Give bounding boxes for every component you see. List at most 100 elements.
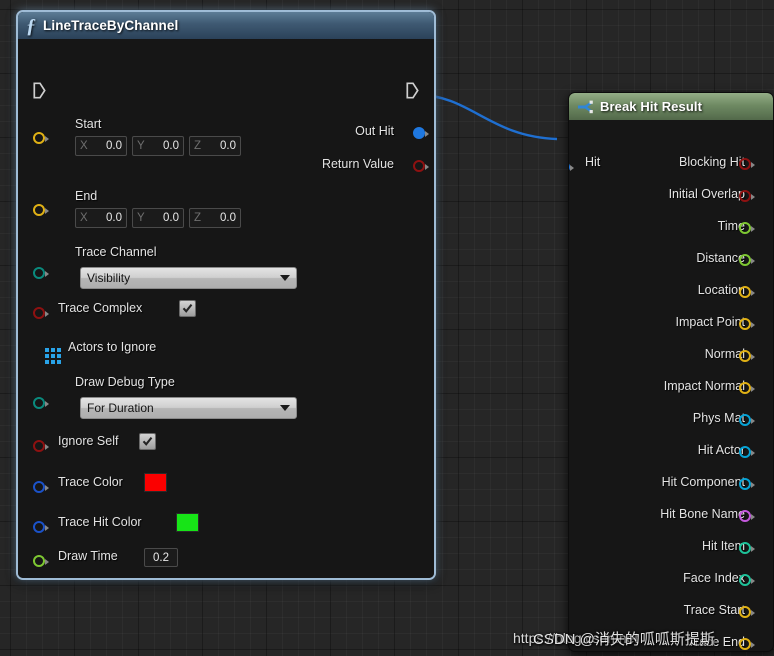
label-hit-bone-name: Hit Bone Name [660, 507, 745, 521]
start-x-field[interactable]: X 0.0 [75, 136, 127, 156]
pin-face-index[interactable] [739, 574, 755, 586]
end-z-value: 0.0 [220, 212, 236, 224]
axis-label-z: Z [194, 140, 202, 152]
array-pin-actors-to-ignore[interactable] [45, 348, 61, 364]
node-body-break-hit-result: Hit Blocking Hit Initial Overlap Time Di… [569, 120, 773, 651]
label-out-hit: Out Hit [355, 124, 394, 138]
checkmark-icon [142, 436, 153, 446]
pin-trace-color[interactable] [33, 481, 49, 493]
end-y-field[interactable]: Y 0.0 [132, 208, 184, 228]
node-header-line-trace[interactable]: ƒ LineTraceByChannel [18, 12, 434, 39]
label-distance: Distance [696, 251, 745, 265]
label-ignore-self: Ignore Self [58, 434, 119, 448]
pin-out-hit[interactable] [413, 127, 429, 139]
pin-distance[interactable] [739, 254, 755, 266]
trace-hit-color-swatch[interactable] [176, 513, 199, 532]
node-title-break-hit-result: Break Hit Result [600, 99, 703, 114]
end-z-field[interactable]: Z 0.0 [189, 208, 241, 228]
pin-trace-hit-color[interactable] [33, 521, 49, 533]
label-draw-debug-type: Draw Debug Type [75, 375, 175, 389]
draw-debug-type-dropdown[interactable]: For Duration [80, 397, 297, 419]
label-return-value: Return Value [321, 157, 394, 171]
pin-hit[interactable] [569, 161, 574, 173]
pin-initial-overlap[interactable] [739, 190, 755, 202]
start-y-value: 0.0 [163, 140, 179, 152]
label-trace-complex: Trace Complex [58, 301, 143, 315]
label-trace-channel: Trace Channel [75, 245, 157, 259]
checkmark-icon [182, 303, 193, 313]
pin-trace-start[interactable] [739, 606, 755, 618]
end-y-value: 0.0 [163, 212, 179, 224]
pin-hit-bone-name[interactable] [739, 510, 755, 522]
pin-phys-mat[interactable] [739, 414, 755, 426]
node-header-break-hit-result[interactable]: Break Hit Result [569, 93, 773, 120]
pin-trace-end[interactable] [739, 638, 755, 650]
start-z-field[interactable]: Z 0.0 [189, 136, 241, 156]
label-blocking-hit: Blocking Hit [679, 155, 745, 169]
trace-channel-dropdown[interactable]: Visibility [80, 267, 297, 289]
start-y-field[interactable]: Y 0.0 [132, 136, 184, 156]
function-f-icon: ƒ [26, 14, 36, 37]
label-start: Start [75, 117, 102, 131]
start-x-value: 0.0 [106, 140, 122, 152]
trace-channel-value: Visibility [87, 271, 131, 285]
pin-trace-channel[interactable] [33, 267, 49, 279]
blueprint-graph-canvas[interactable]: ƒ LineTraceByChannel Start X 0.0 Y 0.0 Z… [0, 0, 774, 656]
label-phys-mat: Phys Mat [692, 411, 745, 425]
label-face-index: Face Index [683, 571, 745, 585]
pin-impact-point[interactable] [739, 318, 755, 330]
pin-hit-component[interactable] [739, 478, 755, 490]
label-trace-color: Trace Color [58, 475, 123, 489]
label-trace-start: Trace Start [683, 603, 745, 617]
pin-blocking-hit[interactable] [739, 158, 755, 170]
node-line-trace-by-channel[interactable]: ƒ LineTraceByChannel Start X 0.0 Y 0.0 Z… [16, 10, 436, 580]
exec-input-pin[interactable] [33, 82, 46, 99]
axis-label-y: Y [137, 212, 145, 224]
wire-out-hit-to-hit [417, 93, 558, 141]
label-actors-to-ignore: Actors to Ignore [68, 340, 157, 354]
chevron-down-icon [280, 275, 290, 281]
label-impact-point: Impact Point [675, 315, 745, 329]
label-draw-time: Draw Time [58, 549, 118, 563]
node-body-line-trace: Start X 0.0 Y 0.0 Z 0.0 End X 0.0 Y 0.0 … [18, 39, 434, 578]
pin-normal[interactable] [739, 350, 755, 362]
pin-return-value[interactable] [413, 160, 429, 172]
trace-complex-checkbox[interactable] [179, 300, 196, 317]
pin-ignore-self[interactable] [33, 440, 49, 452]
label-location: Location [697, 283, 745, 297]
pin-hit-item[interactable] [739, 542, 755, 554]
node-title-line-trace: LineTraceByChannel [43, 18, 179, 33]
pin-time[interactable] [739, 222, 755, 234]
vector-input-end[interactable]: X 0.0 Y 0.0 Z 0.0 [75, 208, 241, 228]
break-struct-icon [577, 100, 593, 114]
draw-debug-type-value: For Duration [87, 401, 154, 415]
axis-label-x: X [80, 212, 88, 224]
watermark-author: CSDN @消失的呱呱斯提斯 [533, 631, 715, 648]
draw-time-value: 0.2 [153, 551, 169, 564]
label-end: End [75, 189, 98, 203]
end-x-field[interactable]: X 0.0 [75, 208, 127, 228]
trace-color-swatch[interactable] [144, 473, 167, 492]
exec-output-pin[interactable] [406, 82, 419, 99]
label-hit: Hit [585, 155, 601, 169]
label-trace-hit-color: Trace Hit Color [58, 515, 142, 529]
ignore-self-checkbox[interactable] [139, 433, 156, 450]
pin-hit-actor[interactable] [739, 446, 755, 458]
pin-draw-time[interactable] [33, 555, 49, 567]
pin-start[interactable] [33, 132, 49, 144]
chevron-down-icon [280, 405, 290, 411]
pin-location[interactable] [739, 286, 755, 298]
label-hit-component: Hit Component [661, 475, 745, 489]
pin-trace-complex[interactable] [33, 307, 49, 319]
node-break-hit-result[interactable]: Break Hit Result Hit Blocking Hit Initia… [568, 92, 774, 652]
axis-label-z: Z [194, 212, 202, 224]
draw-time-input[interactable]: 0.2 [144, 548, 178, 567]
pin-end[interactable] [33, 204, 49, 216]
pin-draw-debug-type[interactable] [33, 397, 49, 409]
pin-impact-normal[interactable] [739, 382, 755, 394]
axis-label-x: X [80, 140, 88, 152]
label-impact-normal: Impact Normal [663, 379, 745, 393]
start-z-value: 0.0 [220, 140, 236, 152]
vector-input-start[interactable]: X 0.0 Y 0.0 Z 0.0 [75, 136, 241, 156]
axis-label-y: Y [137, 140, 145, 152]
